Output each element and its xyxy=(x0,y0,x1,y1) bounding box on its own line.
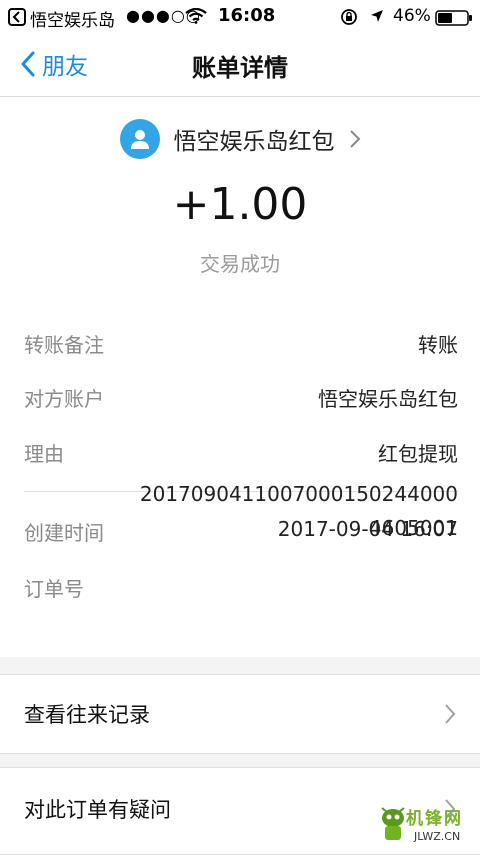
order-question-label: 对此订单有疑问 xyxy=(24,798,171,822)
avatar xyxy=(119,119,160,159)
user-icon xyxy=(130,130,149,149)
order-number-value: 20170904110070001502440004605001 xyxy=(139,482,458,540)
status-bar: 悟空娱乐岛 ●●●○○ 16:08 46% xyxy=(0,0,480,34)
counterparty-name: 悟空娱乐岛红包 xyxy=(173,129,335,155)
detail-value: 红包提现 xyxy=(378,442,458,466)
back-to-app-icon[interactable] xyxy=(8,8,26,26)
battery-icon xyxy=(435,10,472,26)
detail-label: 理由 xyxy=(24,442,64,466)
robot-mascot-icon xyxy=(381,807,405,840)
location-icon xyxy=(371,10,383,22)
watermark-site: JLWZ.CN xyxy=(414,830,461,843)
chevron-right-icon xyxy=(445,704,456,724)
wifi-icon xyxy=(185,8,207,24)
view-history-label: 查看往来记录 xyxy=(24,703,150,727)
detail-label: 转账备注 xyxy=(24,333,104,357)
view-history-row[interactable]: 查看往来记录 xyxy=(0,674,480,754)
bill-detail-card: 悟空娱乐岛红包 +1.00 交易成功 转账备注 转账 对方账户 悟空娱乐岛红包 … xyxy=(0,97,480,657)
status-time: 16:08 xyxy=(218,5,276,26)
rotation-lock-icon xyxy=(341,9,357,25)
chevron-right-icon xyxy=(349,130,360,148)
detail-value: 转账 xyxy=(418,333,458,357)
watermark-text: 机锋网 xyxy=(406,809,463,829)
transaction-status: 交易成功 xyxy=(200,252,280,276)
site-watermark: 机锋网 JLWZ.CN xyxy=(378,800,474,850)
detail-label: 创建时间 xyxy=(24,521,104,545)
detail-value: 悟空娱乐岛红包 xyxy=(318,387,458,411)
detail-label: 对方账户 xyxy=(24,387,104,411)
navigation-bar: 朋友 账单详情 xyxy=(0,34,480,97)
battery-percent: 46% xyxy=(393,6,431,26)
detail-label: 订单号 xyxy=(24,577,84,601)
status-app-name[interactable]: 悟空娱乐岛 xyxy=(30,6,115,31)
transaction-amount: +1.00 xyxy=(172,179,308,230)
counterparty-link[interactable]: 悟空娱乐岛红包 xyxy=(0,117,480,161)
page-title: 账单详情 xyxy=(192,54,288,82)
